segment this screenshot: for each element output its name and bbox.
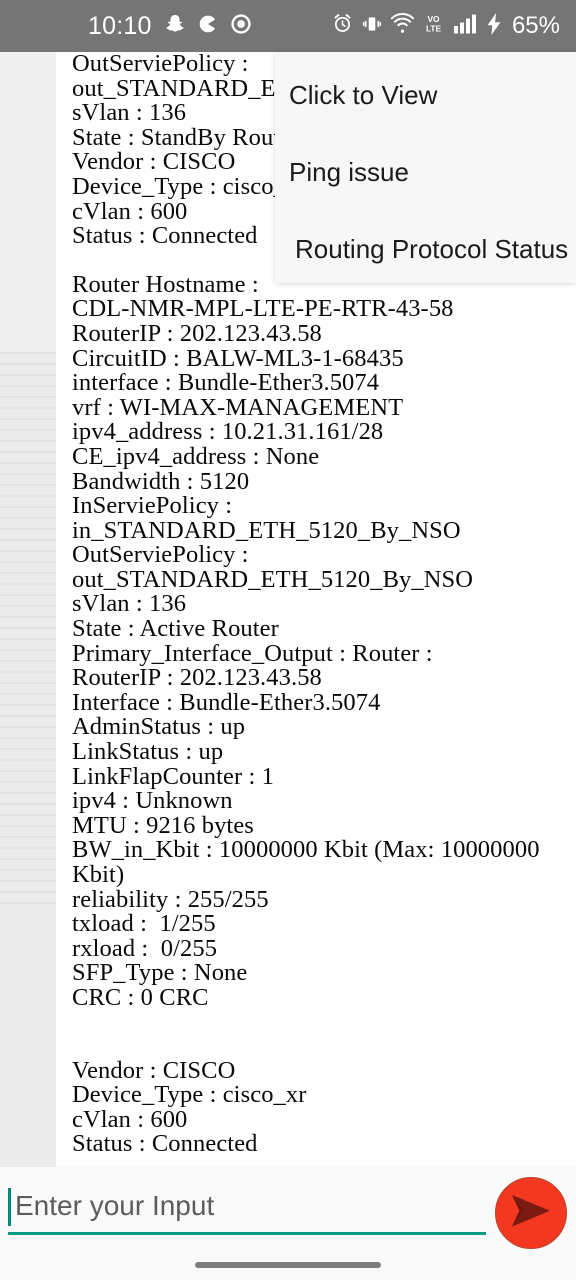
pacman-circle-icon [198, 14, 218, 39]
menu-item-routing-protocol-status[interactable]: Routing Protocol Status [275, 234, 576, 265]
context-popup-menu[interactable]: Click to View Ping issue Routing Protoco… [275, 52, 576, 283]
message-input-bar [0, 1167, 576, 1250]
message-text-block-2: Router Hostname : CDL-NMR-MPL-LTE-PE-RTR… [72, 270, 540, 1011]
message-input[interactable] [4, 1189, 488, 1228]
status-bar-left: 10:10 [88, 13, 252, 40]
menu-item-click-to-view[interactable]: Click to View [275, 80, 576, 111]
alarm-icon [332, 13, 353, 39]
text-spacer [72, 1035, 574, 1059]
status-bar-clock: 10:10 [88, 11, 152, 40]
vibrate-icon [362, 14, 382, 39]
wifi-icon [390, 12, 415, 40]
system-navigation-bar [0, 1250, 576, 1280]
menu-item-ping-issue[interactable]: Ping issue [275, 157, 576, 188]
charging-bolt-icon [486, 12, 503, 40]
camera-ring-icon [230, 13, 252, 40]
previous-message-ghost [0, 352, 58, 912]
input-underline [8, 1231, 486, 1235]
input-field-wrapper[interactable] [4, 1177, 488, 1241]
gesture-home-pill[interactable] [195, 1262, 381, 1268]
status-bar-app-icons [164, 13, 252, 40]
text-spacer [72, 1011, 574, 1035]
status-bar-right: VO LTE 65% [332, 12, 560, 40]
snapchat-icon [164, 13, 186, 40]
volte-icon: VO LTE [423, 13, 444, 39]
send-paper-plane-icon [510, 1193, 552, 1234]
battery-percent-label: 65% [511, 12, 560, 39]
svg-text:LTE: LTE [426, 23, 442, 33]
status-bar: 10:10 VO LTE 65% [0, 0, 576, 52]
text-caret [8, 1187, 11, 1226]
send-button[interactable] [495, 1177, 567, 1249]
message-text-block-3: Vendor : CISCO Device_Type : cisco_xr cV… [72, 1056, 307, 1158]
signal-bars-icon [453, 13, 477, 39]
left-gutter [0, 52, 58, 352]
